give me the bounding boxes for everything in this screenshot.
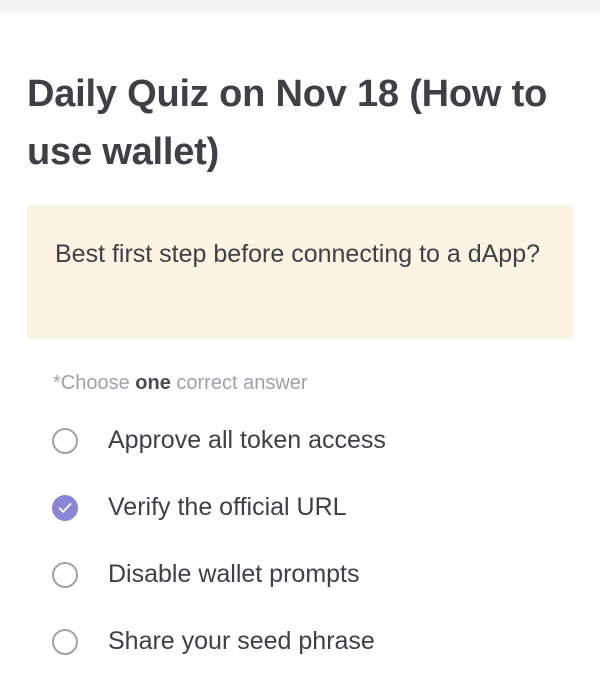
answer-options: Approve all token access Verify the offi… (27, 407, 573, 675)
answer-hint: *Choose one correct answer (53, 372, 573, 395)
answer-option[interactable]: Share your seed phrase (52, 608, 573, 675)
hint-emphasis: one (135, 372, 171, 394)
radio-button[interactable] (52, 561, 78, 588)
answer-option[interactable]: Disable wallet prompts (52, 541, 573, 608)
answer-option-label: Share your seed phrase (108, 627, 375, 655)
hint-prefix: *Choose (53, 372, 136, 394)
quiz-card: Daily Quiz on Nov 18 (How to use wallet)… (0, 65, 600, 675)
answer-option[interactable]: Verify the official URL (52, 474, 573, 541)
radio-button[interactable] (52, 427, 78, 454)
check-icon (58, 502, 72, 513)
question-box: Best first step before connecting to a d… (27, 205, 573, 339)
answer-option-label: Disable wallet prompts (108, 560, 360, 588)
answer-option-label: Verify the official URL (108, 493, 347, 521)
answer-option-label: Approve all token access (108, 426, 386, 454)
answer-option[interactable]: Approve all token access (52, 407, 573, 474)
top-bar (0, 0, 600, 13)
quiz-title: Daily Quiz on Nov 18 (How to use wallet) (27, 73, 548, 173)
radio-button[interactable] (52, 494, 78, 521)
hint-suffix: correct answer (170, 372, 308, 394)
question-text: Best first step before connecting to a d… (55, 240, 541, 268)
radio-button[interactable] (52, 628, 78, 655)
